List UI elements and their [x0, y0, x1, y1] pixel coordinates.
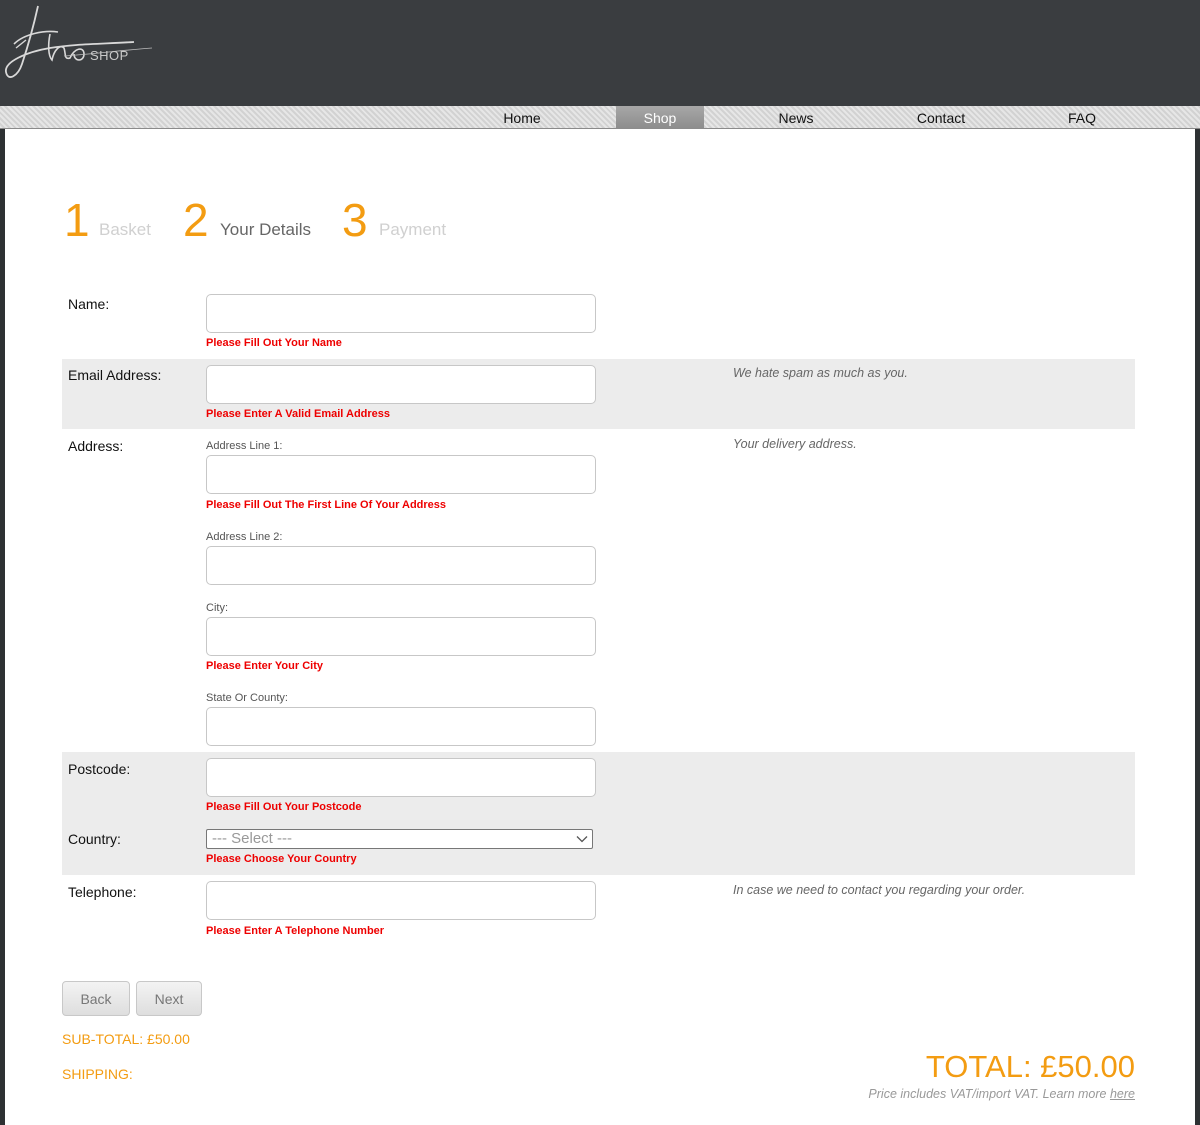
address-line1-input[interactable]	[206, 455, 596, 494]
logo-signature-icon	[5, 5, 153, 78]
telephone-input[interactable]	[206, 881, 596, 920]
country-select-value: --- Select ---	[212, 830, 292, 847]
vat-learn-more-link[interactable]: here	[1110, 1087, 1135, 1101]
nav-shop[interactable]: Shop	[616, 106, 704, 129]
logo-shop-text: SHOP	[90, 48, 129, 63]
email-row: Email Address: Please Enter A Valid Emai…	[62, 359, 1135, 429]
state-label: State Or County:	[206, 692, 288, 704]
step-label: Your Details	[220, 220, 312, 239]
checkout-panel: 1 Basket 2 Your Details 3 Payment Name: …	[5, 129, 1195, 1125]
postcode-label: Postcode:	[68, 761, 131, 777]
telephone-error: Please Enter A Telephone Number	[206, 925, 385, 937]
email-error: Please Enter A Valid Email Address	[206, 408, 391, 420]
telephone-hint: In case we need to contact you regarding…	[733, 883, 1026, 897]
country-select[interactable]: --- Select ---	[206, 829, 593, 849]
email-input[interactable]	[206, 365, 596, 404]
address-line1-error: Please Fill Out The First Line Of Your A…	[206, 499, 447, 511]
site-logo[interactable]: SHOP	[4, 4, 154, 84]
postcode-country-block: Postcode: Please Fill Out Your Postcode …	[62, 752, 1135, 875]
address-hint: Your delivery address.	[733, 437, 857, 451]
address-line2-label: Address Line 2:	[206, 531, 283, 543]
email-hint: We hate spam as much as you.	[733, 366, 908, 380]
telephone-row: Telephone: Please Enter A Telephone Numb…	[62, 875, 1135, 945]
step-number: 1	[64, 194, 90, 246]
country-error: Please Choose Your Country	[206, 853, 357, 865]
vat-note-text: Price includes VAT/import VAT. Learn mor…	[868, 1087, 1110, 1101]
next-button[interactable]: Next	[136, 981, 202, 1016]
postcode-input[interactable]	[206, 758, 596, 797]
name-label: Name:	[68, 296, 110, 312]
step-label: Payment	[379, 220, 447, 239]
city-label: City:	[206, 602, 228, 614]
address-label: Address:	[68, 438, 124, 454]
telephone-label: Telephone:	[68, 884, 137, 900]
nav-home[interactable]: Home	[478, 106, 566, 129]
address-row: Address: Your delivery address. Address …	[62, 429, 1135, 751]
nav-contact[interactable]: Contact	[896, 106, 986, 129]
name-row: Name: Please Fill Out Your Name	[62, 287, 1135, 357]
shipping-text: SHIPPING:	[62, 1066, 133, 1082]
state-input[interactable]	[206, 707, 596, 746]
email-label: Email Address:	[68, 367, 162, 383]
main-nav: Home Shop News Contact FAQ	[0, 106, 1200, 129]
city-error: Please Enter Your City	[206, 660, 323, 672]
city-input[interactable]	[206, 617, 596, 656]
step-label: Basket	[99, 220, 151, 239]
postcode-error: Please Fill Out Your Postcode	[206, 801, 362, 813]
total-text: TOTAL: £50.00	[925, 1049, 1135, 1084]
address-line1-label: Address Line 1:	[206, 440, 283, 452]
chevron-down-icon	[576, 836, 588, 843]
country-label: Country:	[68, 831, 121, 847]
nav-news[interactable]: News	[752, 106, 840, 129]
address-line2-input[interactable]	[206, 546, 596, 585]
step-number: 2	[183, 194, 209, 246]
subtotal-text: SUB-TOTAL: £50.00	[62, 1031, 190, 1047]
back-button[interactable]: Back	[62, 981, 130, 1016]
name-error: Please Fill Out Your Name	[206, 337, 342, 349]
step-number: 3	[342, 194, 368, 246]
name-input[interactable]	[206, 294, 596, 333]
site-header: SHOP	[0, 0, 1200, 106]
nav-faq[interactable]: FAQ	[1038, 106, 1126, 129]
vat-note: Price includes VAT/import VAT. Learn mor…	[868, 1087, 1135, 1101]
